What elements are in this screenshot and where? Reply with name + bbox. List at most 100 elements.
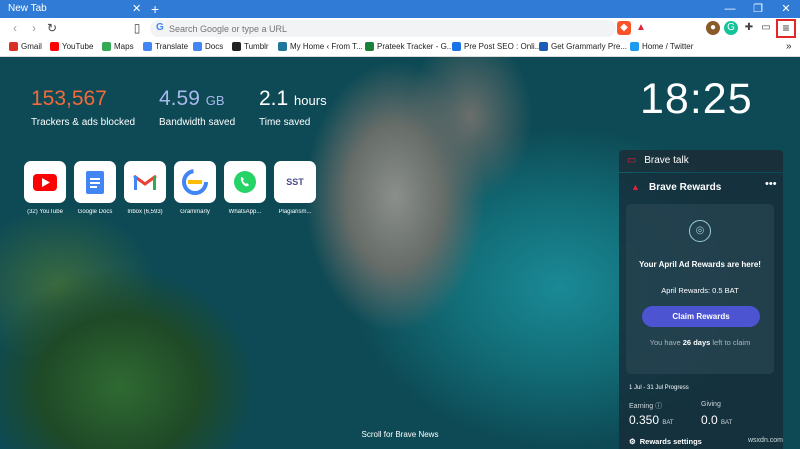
- april-rewards: April Rewards: 0.5 BAT: [661, 286, 739, 295]
- top-site-label: Grammarly: [180, 209, 210, 215]
- bookmark-grammarly[interactable]: Get Grammarly Pre...: [539, 42, 627, 51]
- tab-new-tab[interactable]: New Tab ✕: [0, 0, 145, 18]
- tab-strip: New Tab ✕ + — ❐ ✕: [0, 0, 800, 18]
- claim-deadline: You have 26 days left to claim: [649, 338, 751, 347]
- sheets-icon: [365, 42, 374, 51]
- rewards-settings-link[interactable]: ⚙ Rewards settings: [629, 437, 702, 446]
- tumblr-icon: [232, 42, 241, 51]
- top-site-label: Inbox (6,593): [127, 209, 163, 215]
- trackers-stat: 153,567: [31, 87, 107, 111]
- bookmark-pre-post-seo[interactable]: Pre Post SEO : Onli...: [452, 42, 541, 51]
- twitter-icon: [630, 42, 639, 51]
- top-site-youtube[interactable]: [24, 161, 66, 203]
- translate-icon: [143, 42, 152, 51]
- back-button[interactable]: ‹: [8, 21, 22, 35]
- time-unit: hours: [294, 93, 327, 108]
- scroll-for-brave-news[interactable]: Scroll for Brave News: [330, 430, 470, 439]
- omnibox[interactable]: G: [150, 20, 616, 37]
- brave-talk-widget[interactable]: ▭ Brave talk: [619, 150, 783, 172]
- bookmark-translate[interactable]: Translate: [143, 42, 188, 51]
- gmail-icon: [9, 42, 18, 51]
- bookmark-my-home[interactable]: My Home ‹ From T...: [278, 42, 363, 51]
- top-site-whatsapp[interactable]: [224, 161, 266, 203]
- gear-icon: ⚙: [629, 437, 636, 446]
- whatsapp-icon: [234, 171, 256, 193]
- ad-rewards-card: ◎ Your April Ad Rewards are here! April …: [626, 204, 774, 374]
- time-value: 2.1: [259, 87, 289, 110]
- bookmark-youtube[interactable]: YouTube: [50, 42, 93, 51]
- top-site-label: WhatsApp...: [228, 209, 262, 215]
- maps-icon: [102, 42, 111, 51]
- bandwidth-stat: 4.59 GB: [159, 87, 225, 111]
- brave-talk-title: Brave talk: [644, 155, 689, 166]
- top-site-label: (32) YouTube: [27, 209, 63, 215]
- bookmark-tumblr[interactable]: Tumblr: [232, 42, 269, 51]
- top-site-plagiarism[interactable]: SST: [274, 161, 316, 203]
- brave-shields-icon[interactable]: ◆: [617, 21, 631, 35]
- sst-logo-icon: SST: [286, 177, 304, 187]
- trackers-label: Trackers & ads blocked: [31, 117, 136, 128]
- close-window-icon[interactable]: ✕: [772, 0, 800, 18]
- bandwidth-value: 4.59: [159, 87, 200, 110]
- trackers-count: 153,567: [31, 87, 107, 110]
- tab-title: New Tab: [8, 3, 47, 14]
- more-options-icon[interactable]: •••: [765, 178, 777, 190]
- wallet-icon[interactable]: ▭: [759, 21, 773, 35]
- time-stat: 2.1 hours: [259, 87, 327, 111]
- toolbar: ‹ › ↻ ▯ G ◆ ▲ ● G ✚ ▭ ≡: [0, 18, 800, 39]
- youtube-icon: [33, 173, 57, 191]
- time-label: Time saved: [259, 117, 311, 128]
- restore-icon[interactable]: ❐: [744, 0, 772, 18]
- bookmark-gmail[interactable]: Gmail: [9, 42, 42, 51]
- docs-icon: [86, 170, 104, 194]
- rewards-title: Brave Rewards: [649, 182, 722, 193]
- wordpress-icon: [278, 42, 287, 51]
- youtube-icon: [50, 42, 59, 51]
- earning-value: 0.350 BAT: [629, 413, 674, 427]
- grammarly-icon: [539, 42, 548, 51]
- top-site-label: Google Docs: [77, 209, 113, 215]
- tab-close-icon[interactable]: ✕: [132, 2, 141, 15]
- bookmarks-bar: Gmail YouTube Maps Translate Docs Tumblr…: [0, 39, 800, 57]
- earning-label: Earning ⓘ: [629, 403, 663, 410]
- top-site-google-docs[interactable]: [74, 161, 116, 203]
- progress-period: 1 Jul - 31 Jul Progress: [629, 385, 689, 391]
- bookmark-prateek-tracker[interactable]: Prateek Tracker - G...: [365, 42, 453, 51]
- giving-value: 0.0 BAT: [701, 413, 733, 427]
- bookmark-maps[interactable]: Maps: [102, 42, 134, 51]
- new-tab-button[interactable]: +: [151, 0, 159, 18]
- main-menu-button[interactable]: ≡: [776, 19, 796, 38]
- top-site-label: Plagiarism...: [278, 209, 312, 215]
- bookmark-docs[interactable]: Docs: [193, 42, 223, 51]
- bat-coins-icon: ◎: [689, 220, 711, 242]
- grammarly-extension-icon[interactable]: G: [724, 21, 738, 35]
- bookmark-icon[interactable]: ▯: [130, 21, 144, 35]
- new-tab-page: 153,567 Trackers & ads blocked 4.59 GB B…: [0, 57, 800, 449]
- cookie-extension-icon[interactable]: ●: [706, 21, 720, 35]
- seo-icon: [452, 42, 461, 51]
- ad-rewards-title: Your April Ad Rewards are here!: [639, 260, 761, 269]
- top-site-grammarly[interactable]: [174, 161, 216, 203]
- giving-label: Giving: [701, 401, 721, 408]
- minimize-icon[interactable]: —: [716, 0, 744, 18]
- docs-icon: [193, 42, 202, 51]
- clock: 18:25: [640, 75, 753, 123]
- gmail-icon: [133, 174, 157, 190]
- brave-rewards-icon[interactable]: ▲: [634, 21, 648, 35]
- brave-rewards-logo-icon: ▲: [631, 182, 640, 192]
- omnibox-input[interactable]: [169, 22, 469, 35]
- brave-rewards-widget: ▲ Brave Rewards ••• ◎ Your April Ad Rewa…: [619, 173, 783, 449]
- bookmarks-overflow-button[interactable]: »: [786, 41, 792, 52]
- watermark: wsxdn.com: [748, 437, 784, 444]
- grammarly-icon: [182, 169, 208, 195]
- video-camera-icon: ▭: [627, 155, 637, 166]
- reload-button[interactable]: ↻: [45, 21, 59, 35]
- top-site-gmail[interactable]: [124, 161, 166, 203]
- bandwidth-unit: GB: [205, 93, 225, 108]
- claim-rewards-button[interactable]: Claim Rewards: [642, 306, 760, 327]
- bookmark-twitter[interactable]: Home / Twitter: [630, 42, 693, 51]
- google-icon: G: [156, 22, 164, 33]
- extensions-puzzle-icon[interactable]: ✚: [742, 21, 756, 35]
- bandwidth-label: Bandwidth saved: [159, 117, 236, 128]
- forward-button[interactable]: ›: [27, 21, 41, 35]
